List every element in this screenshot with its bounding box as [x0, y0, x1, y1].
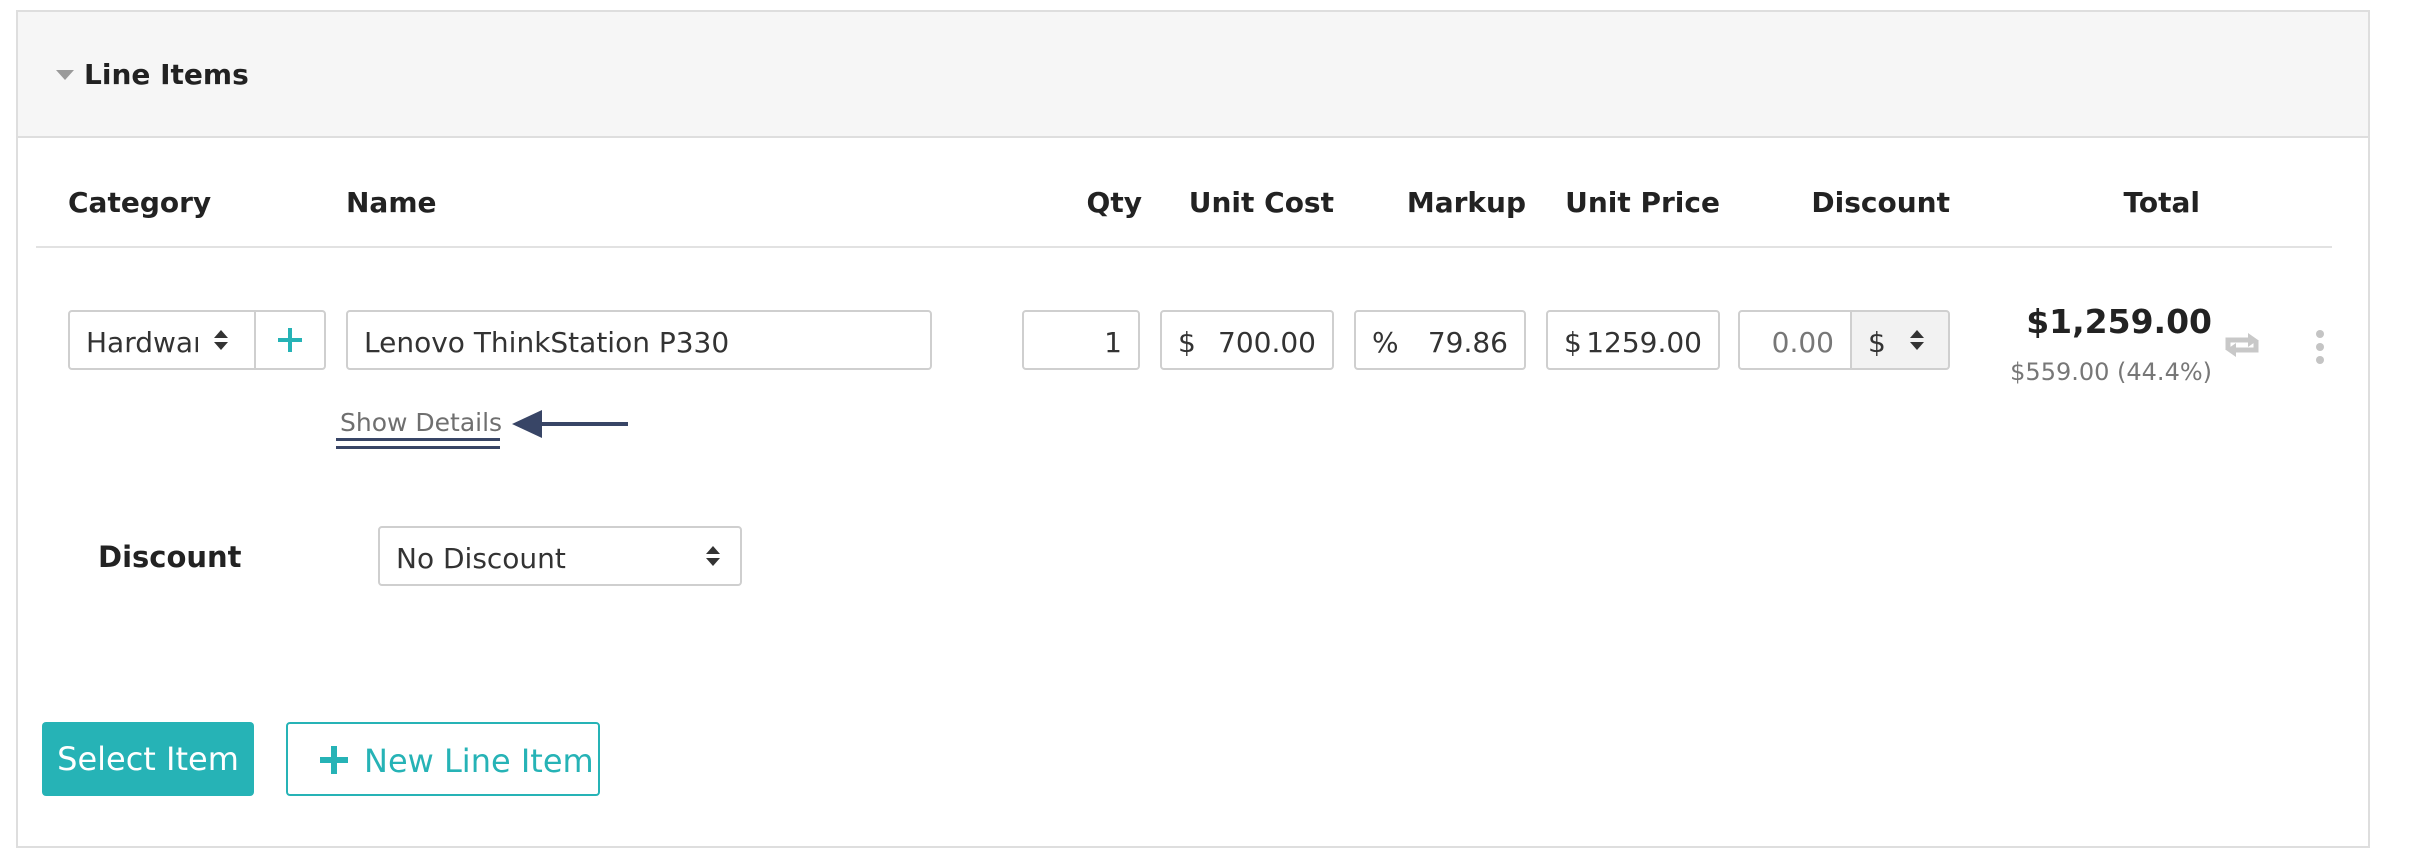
category-select[interactable]: Hardware — [68, 310, 256, 370]
select-up-arrow-icon — [706, 546, 720, 554]
select-down-arrow-icon — [214, 342, 228, 350]
discount-value: 0.00 — [1771, 326, 1834, 359]
select-item-button[interactable]: Select Item — [42, 722, 254, 796]
discount-select-value: No Discount — [396, 542, 566, 575]
annotation-arrow-icon — [512, 410, 542, 438]
column-header-markup: Markup — [1406, 186, 1526, 219]
column-header-category: Category — [68, 186, 212, 219]
more-vertical-icon[interactable] — [2316, 330, 2324, 369]
markup-input[interactable]: % 79.86 — [1354, 310, 1526, 370]
plus-icon: .box .plus-sign::before{left:10px;top:0;… — [278, 328, 302, 352]
panel-header[interactable]: Line Items — [18, 12, 2368, 138]
item-name-input[interactable]: Lenovo ThinkStation P330 — [346, 310, 932, 370]
column-header-total: Total — [2123, 186, 2201, 219]
unit-cost-prefix: $ — [1178, 326, 1196, 359]
discount-input[interactable]: 0.00 — [1738, 310, 1852, 370]
unit-price-input[interactable]: $ 1259.00 — [1546, 310, 1720, 370]
item-name-value: Lenovo ThinkStation P330 — [364, 326, 730, 359]
annotation-underline — [336, 438, 500, 441]
add-category-button[interactable]: .box .plus-sign::before{left:10px;top:0;… — [254, 310, 326, 370]
repeat-icon[interactable] — [2222, 330, 2262, 364]
annotation-arrow-shaft — [540, 422, 628, 426]
category-select-value: Hardware — [86, 326, 198, 359]
caret-down-icon[interactable] — [56, 70, 74, 80]
column-header-discount: Discount — [1811, 186, 1950, 219]
select-up-arrow-icon — [214, 330, 228, 338]
markup-prefix: % — [1372, 326, 1399, 359]
line-total: $1,259.00 — [2026, 302, 2212, 341]
unit-price-prefix: $ — [1564, 326, 1582, 359]
annotation-underline — [336, 446, 500, 449]
show-details-link[interactable]: Show Details — [340, 408, 502, 437]
discount-unit-value: $ — [1868, 326, 1886, 359]
plus-icon — [320, 746, 348, 774]
qty-value: 1 — [1104, 326, 1122, 359]
select-down-arrow-icon — [706, 558, 720, 566]
column-header-name: Name — [346, 186, 437, 219]
markup-value: 79.86 — [1427, 326, 1508, 359]
select-down-arrow-icon — [1910, 342, 1924, 350]
select-up-arrow-icon — [1910, 330, 1924, 338]
unit-cost-input[interactable]: $ 700.00 — [1160, 310, 1334, 370]
new-line-item-label: New Line Item — [364, 742, 594, 780]
unit-price-value: 1259.00 — [1586, 326, 1702, 359]
discount-label: Discount — [98, 540, 242, 574]
new-line-item-button[interactable]: New Line Item — [286, 722, 600, 796]
column-header-unit-price: Unit Price — [1565, 186, 1720, 219]
line-profit: $559.00 (44.4%) — [2010, 358, 2212, 386]
column-header-unit-cost: Unit Cost — [1188, 186, 1334, 219]
column-header-qty: Qty — [1086, 186, 1142, 219]
header-divider — [36, 246, 2332, 248]
discount-unit-select[interactable]: $ — [1850, 310, 1950, 370]
discount-select[interactable]: No Discount — [378, 526, 742, 586]
unit-cost-value: 700.00 — [1218, 326, 1316, 359]
panel-title: Line Items — [84, 58, 249, 91]
qty-input[interactable]: 1 — [1022, 310, 1140, 370]
